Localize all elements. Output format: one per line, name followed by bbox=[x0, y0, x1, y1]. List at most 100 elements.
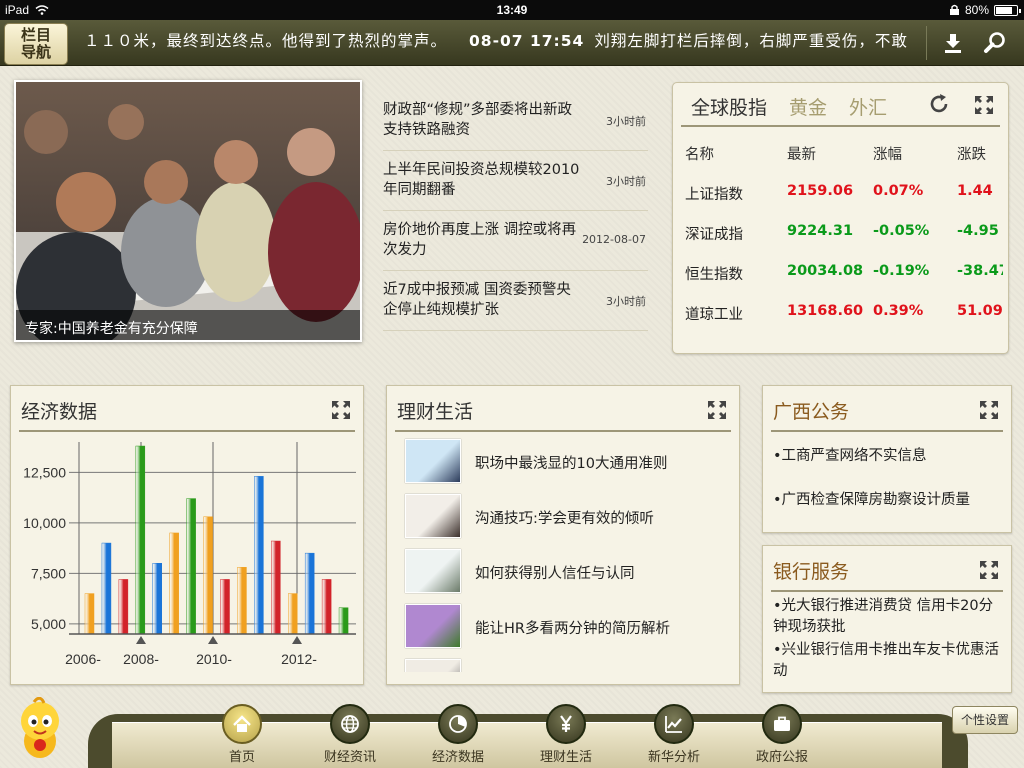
chart-bar bbox=[321, 579, 332, 635]
x-tick-label: 2012- bbox=[281, 651, 317, 667]
x-tick-label: 2006- bbox=[65, 651, 101, 667]
finance-list: 职场中最浅显的10大通用准则 沟通技巧:学会更有效的倾听 如何获得别人信任与认同能让… bbox=[403, 436, 733, 672]
dock-item[interactable]: 新华分析 bbox=[629, 704, 719, 765]
bank-link-2[interactable]: •兴业银行信用卡推出车友卡优惠活动 bbox=[773, 640, 1005, 682]
index-name: 上证指数 bbox=[685, 187, 743, 203]
nav-button-line2: 导航 bbox=[20, 43, 51, 61]
chart-bar bbox=[186, 498, 196, 635]
index-change-pct: -0.19% bbox=[873, 263, 930, 279]
x-tick-label: 2010- bbox=[196, 651, 232, 667]
y-tick-label: 12,500 bbox=[23, 464, 66, 480]
battery-percent: 80% bbox=[964, 3, 989, 17]
guangxi-expand-icon[interactable] bbox=[979, 400, 999, 424]
download-icon[interactable] bbox=[936, 26, 970, 60]
dock-item[interactable]: 财经资讯 bbox=[305, 704, 395, 765]
search-icon[interactable] bbox=[978, 26, 1012, 60]
dock-item[interactable]: 理财生活 bbox=[521, 704, 611, 765]
column-header: 涨跌 bbox=[957, 147, 986, 163]
finance-thumbnail bbox=[405, 494, 461, 538]
y-tick-label: 10,000 bbox=[23, 515, 66, 531]
toolbar-divider bbox=[926, 26, 927, 60]
top-bar: 栏目 导航 １１０米，最终到达终点。他得到了热烈的掌声。 08-07 17:54 刘… bbox=[0, 20, 1024, 66]
index-change-pct: 0.39% bbox=[873, 303, 924, 319]
finance-item[interactable]: 能让HR多看两分钟的简历解析 bbox=[403, 601, 733, 656]
headline-time: 3小时前 bbox=[606, 295, 646, 308]
chart-bar bbox=[169, 532, 179, 635]
dock-item[interactable]: 政府公报 bbox=[737, 704, 827, 765]
index-change: 51.09 bbox=[957, 303, 1003, 319]
bank-divider bbox=[771, 590, 1003, 592]
chart-bar bbox=[203, 516, 213, 635]
market-table-header: 名称 最新 涨幅 涨跌 bbox=[677, 141, 1003, 173]
economy-panel: 经济数据 5,000 7,500 10,000 12,500 2006- 2008- 201… bbox=[10, 385, 364, 685]
expand-icon[interactable] bbox=[974, 95, 994, 119]
refresh-icon[interactable] bbox=[928, 93, 950, 119]
bank-header: 银行服务 bbox=[763, 546, 1011, 592]
chart-bar bbox=[135, 445, 146, 635]
chart-bar bbox=[101, 542, 112, 635]
index-name: 道琼工业 bbox=[685, 307, 743, 323]
dock-item[interactable]: 经济数据 bbox=[413, 704, 503, 765]
index-last: 9224.31 bbox=[787, 223, 854, 239]
market-row[interactable]: 恒生指数 20034.08 -0.19% -38.470 bbox=[677, 253, 1003, 293]
market-tab[interactable]: 全球股指 bbox=[691, 97, 767, 119]
bank-link-1[interactable]: •光大银行推进消费贷 信用卡20分钟现场获批 bbox=[773, 596, 1005, 638]
nav-menu-button[interactable]: 栏目 导航 bbox=[4, 23, 68, 65]
battery-icon bbox=[994, 4, 1021, 16]
market-tab[interactable]: 外汇 bbox=[849, 97, 887, 119]
x-tick-label: 2008- bbox=[123, 651, 159, 667]
mascot-icon[interactable] bbox=[14, 696, 66, 765]
ticker-text: 刘翔左脚打栏后摔倒，右脚严重受伤，不敢 bbox=[594, 32, 908, 50]
index-last: 2159.06 bbox=[787, 183, 854, 199]
finance-thumbnail bbox=[405, 439, 461, 483]
guangxi-link-1[interactable]: •工商严查网络不实信息 bbox=[773, 446, 1005, 467]
x-axis-marker bbox=[208, 636, 218, 644]
dock-item-label: 政府公报 bbox=[755, 750, 808, 765]
economy-header: 经济数据 bbox=[11, 386, 363, 432]
headline-item[interactable]: 房价地价再度上涨 调控或将再次发力 2012-08-07 bbox=[383, 211, 648, 271]
news-ticker[interactable]: １１０米，最终到达终点。他得到了热烈的掌声。 08-07 17:54 刘翔左脚打栏后… bbox=[84, 29, 914, 51]
headline-title: 房价地价再度上涨 调控或将再次发力 bbox=[383, 222, 577, 258]
chart-bar bbox=[237, 567, 247, 635]
index-change-pct: 0.07% bbox=[873, 183, 924, 199]
column-header: 涨幅 bbox=[873, 147, 902, 163]
x-axis-marker bbox=[136, 636, 146, 644]
finance-item-title: 能让HR多看两分钟的简历解析 bbox=[475, 621, 670, 637]
market-row[interactable]: 道琼工业 13168.60 0.39% 51.09 bbox=[677, 293, 1003, 333]
index-change: -4.95 bbox=[957, 223, 999, 239]
headline-item[interactable]: 近7成中报预减 国资委预警央企停止纯规模扩张 3小时前 bbox=[383, 271, 648, 331]
nav-button-line1: 栏目 bbox=[20, 26, 51, 44]
finance-life-panel: 理财生活 职场中最浅显的10大通用准则 沟通技巧:学会更有效的倾听 如何获得别人信任… bbox=[386, 385, 740, 685]
dock-item[interactable]: 首页 bbox=[197, 704, 287, 765]
ticker-prefix: １１０米，最终到达终点。他得到了热烈的掌声。 bbox=[84, 32, 448, 50]
headline-item[interactable]: 财政部“修规”多部委将出新政支持铁路融资 3小时前 bbox=[383, 91, 648, 151]
bank-expand-icon[interactable] bbox=[979, 560, 999, 584]
market-row[interactable]: 深证成指 9224.31 -0.05% -4.95 bbox=[677, 213, 1003, 253]
headline-title: 财政部“修规”多部委将出新政支持铁路融资 bbox=[383, 102, 573, 138]
finance-item[interactable]: 职场中最浅显的10大通用准则 bbox=[403, 436, 733, 491]
y-tick-label: 7,500 bbox=[31, 565, 66, 581]
column-header: 名称 bbox=[685, 147, 714, 163]
chart-bar bbox=[118, 579, 129, 635]
home-icon bbox=[222, 704, 262, 744]
finance-item[interactable]: 如何获得别人信任与认同 bbox=[403, 546, 733, 601]
finance-expand-icon[interactable] bbox=[707, 400, 727, 424]
finance-divider bbox=[395, 430, 731, 432]
headline-item[interactable]: 上半年民间投资总规模较2010年同期翻番 3小时前 bbox=[383, 151, 648, 211]
market-row[interactable]: 上证指数 2159.06 0.07% 1.44 bbox=[677, 173, 1003, 213]
hero-news-image[interactable]: 专家:中国养老金有充分保障 bbox=[14, 80, 362, 342]
market-tab[interactable]: 黄金 bbox=[789, 97, 827, 119]
market-tabs: 全球股指 黄金 外汇 bbox=[691, 93, 909, 120]
finance-item[interactable]: 如何跟进工作更减进展 bbox=[403, 656, 733, 672]
index-last: 13168.60 bbox=[787, 303, 864, 319]
dock-item-label: 首页 bbox=[228, 750, 255, 765]
economy-expand-icon[interactable] bbox=[331, 400, 351, 424]
index-last: 20034.08 bbox=[787, 263, 864, 279]
finance-item[interactable]: 沟通技巧:学会更有效的倾听 bbox=[403, 491, 733, 546]
settings-button[interactable]: 个性设置 bbox=[952, 706, 1018, 734]
status-bar: iPad 13:49 80% bbox=[0, 0, 1024, 20]
market-divider bbox=[681, 125, 1000, 127]
index-change: 1.44 bbox=[957, 183, 993, 199]
chart-bar bbox=[254, 476, 264, 635]
guangxi-link-2[interactable]: •广西检查保障房勘察设计质量 bbox=[773, 490, 1005, 511]
